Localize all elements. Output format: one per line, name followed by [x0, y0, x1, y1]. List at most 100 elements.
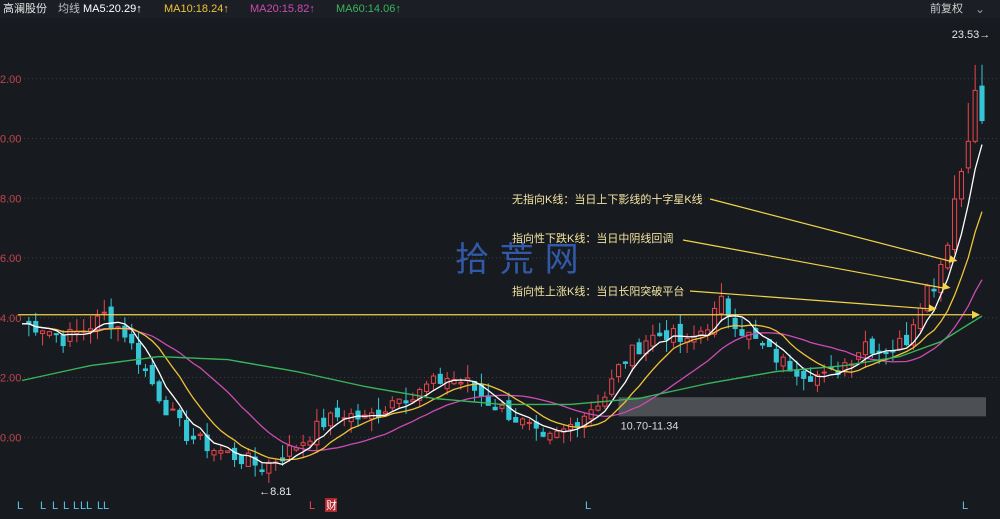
candle-down: [574, 422, 580, 428]
candle-down: [355, 410, 361, 420]
candle-up: [396, 398, 402, 404]
candle-up: [101, 311, 107, 314]
event-marker: L: [86, 500, 92, 512]
candle-down: [232, 447, 238, 461]
candle-down: [869, 338, 875, 354]
event-marker: L: [40, 500, 46, 512]
candle-up: [780, 356, 786, 367]
candle-up: [225, 450, 231, 453]
candle-down: [664, 330, 670, 340]
candle-up: [897, 337, 903, 350]
candle-up: [952, 198, 958, 250]
max-price-label: 23.53→: [952, 29, 991, 41]
ma-label[interactable]: 均线: [58, 1, 80, 17]
candle-down: [321, 417, 327, 428]
candle-down: [622, 361, 628, 364]
candle-down: [437, 373, 443, 384]
event-marker: L: [63, 500, 69, 512]
event-marker: L: [309, 500, 315, 512]
candle-down: [931, 288, 937, 292]
candle-up: [718, 295, 724, 315]
annotation-text: 无指向K线：当日上下影线的十字星K线: [512, 192, 703, 206]
candle-up: [972, 89, 978, 142]
candle-down: [122, 325, 128, 338]
candle-down: [177, 409, 183, 419]
candle-up: [286, 445, 292, 457]
candle-up: [430, 375, 436, 384]
platform-zone-label: 10.70-11.34: [621, 420, 679, 432]
stock-name[interactable]: 高澜股份: [3, 1, 47, 17]
ma5-line: [21, 144, 983, 466]
candle-down: [108, 306, 114, 329]
watermark: 拾 荒 网: [455, 240, 579, 280]
annotation-text: 指向性上涨K线：当日长阳突破平台: [512, 284, 684, 298]
dropdown-chevron-icon[interactable]: ⌄: [975, 1, 985, 17]
min-price-label: ←8.81: [259, 486, 291, 498]
y-tick-label: 0.00: [0, 134, 21, 146]
event-marker: L: [17, 500, 23, 512]
candle-up: [266, 461, 272, 474]
candle-up: [307, 440, 313, 446]
candle-down: [657, 332, 663, 337]
candle-down: [492, 406, 498, 411]
candle-up: [862, 341, 868, 356]
annotation-arrow: [682, 239, 943, 289]
candle-up: [945, 244, 951, 269]
candle-up: [526, 421, 532, 425]
candle-down: [513, 417, 519, 423]
candle-down: [506, 400, 512, 420]
candle-down: [142, 368, 148, 372]
kline-chart-window: 2.00 0.00 8.00 6.00 4.00 2.00 0.00 10.70-11.34 2…: [0, 0, 1000, 519]
candle-down: [883, 351, 889, 355]
candle-down: [540, 431, 546, 437]
candle-up: [424, 383, 430, 392]
candle-down: [163, 399, 169, 416]
candle-down: [259, 469, 265, 473]
adjust-mode[interactable]: 前复权: [930, 1, 963, 17]
candle-up: [382, 411, 388, 415]
candle-up: [821, 371, 827, 374]
candle-down: [376, 409, 382, 418]
candle-up: [458, 382, 464, 385]
candle-down: [156, 381, 162, 402]
candle-down: [801, 370, 807, 379]
event-marker: L: [585, 500, 591, 512]
candle-down: [53, 333, 59, 336]
candle-up: [917, 307, 923, 329]
candle-up: [650, 334, 656, 347]
event-marker: L: [52, 500, 58, 512]
candle-down: [904, 334, 910, 346]
candle-down: [732, 317, 738, 330]
y-tick-label: 2.00: [0, 373, 21, 385]
candle-up: [616, 364, 622, 378]
candle-down: [725, 298, 731, 317]
ma10-value: MA10:18.24↑: [164, 3, 229, 15]
candle-down: [808, 376, 814, 382]
candle-up: [499, 404, 505, 409]
y-tick-label: 2.00: [0, 74, 21, 86]
y-tick-label: 8.00: [0, 193, 21, 205]
annotation-text: 指向性下跌K线：当日中阴线回调: [512, 231, 673, 245]
candle-down: [773, 348, 779, 363]
candle-up: [595, 405, 601, 411]
candle-down: [129, 333, 135, 344]
candle-up: [218, 450, 224, 454]
candle-up: [924, 285, 930, 312]
candle-up: [170, 408, 176, 411]
candle-up: [965, 140, 971, 169]
ma20-value: MA20:15.82↑: [250, 3, 315, 15]
candle-up: [197, 433, 203, 436]
event-marker: L: [962, 500, 968, 512]
candle-up: [520, 418, 526, 426]
y-tick-label: 0.00: [0, 432, 21, 444]
ma-legend-bar: 高澜股份 均线 MA5:20.29↑ MA10:18.24↑ MA20:15.8…: [0, 0, 1000, 18]
candle-down: [403, 400, 409, 404]
finance-marker: 财: [326, 498, 337, 512]
event-marker: L: [73, 500, 79, 512]
platform-zone: [618, 397, 986, 417]
candle-up: [609, 378, 615, 395]
candle-down: [636, 342, 642, 355]
candle-down: [190, 435, 196, 440]
candlestick-chart[interactable]: 2.000.008.006.004.002.000.0010.70-11.342…: [0, 0, 1000, 519]
candle-up: [554, 430, 560, 438]
